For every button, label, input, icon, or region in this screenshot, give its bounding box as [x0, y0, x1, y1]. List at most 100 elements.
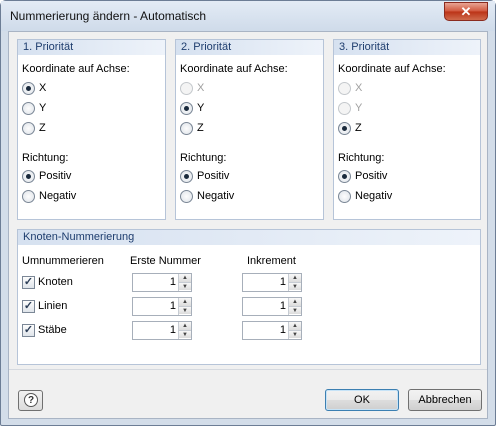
spin-down-icon[interactable]: ▼: [179, 306, 191, 314]
radio-negative-label: Negativ: [39, 190, 77, 202]
spin-value: 1: [169, 300, 176, 312]
radio-positive[interactable]: [338, 170, 351, 183]
spin-value: 1: [279, 300, 286, 312]
radio-axis-z-label: Z: [197, 122, 204, 134]
spin-up-icon[interactable]: ▲: [179, 298, 191, 306]
checkbox-linien[interactable]: ✓: [22, 300, 35, 313]
dialog-window: Nummerierung ändern - Automatisch ✕ 1. P…: [0, 0, 496, 426]
col-increment-header: Inkrement: [247, 255, 296, 267]
radio-axis-x-label: X: [39, 82, 47, 94]
radio-axis-z[interactable]: [22, 122, 35, 135]
spin-up-icon[interactable]: ▲: [179, 322, 191, 330]
check-icon: ✓: [23, 300, 34, 312]
radio-positive-label: Positiv: [355, 170, 388, 182]
spin-up-icon[interactable]: ▲: [289, 322, 301, 330]
checkbox-knoten-label: Knoten: [38, 276, 73, 288]
radio-axis-y-label: Y: [39, 102, 47, 114]
spin-down-icon[interactable]: ▼: [289, 306, 301, 314]
radio-axis-x-label: X: [197, 82, 205, 94]
first-number-staebe-input[interactable]: 1 ▲ ▼: [132, 321, 192, 340]
group-title: 2. Priorität: [176, 40, 323, 55]
title-bar[interactable]: Nummerierung ändern - Automatisch ✕: [1, 1, 495, 31]
check-icon: ✓: [23, 324, 34, 336]
radio-axis-z-label: Z: [39, 122, 46, 134]
radio-axis-y[interactable]: [180, 102, 193, 115]
spin-value: 1: [169, 276, 176, 288]
increment-staebe-input[interactable]: 1 ▲ ▼: [242, 321, 302, 340]
col-first-number-header: Erste Nummer: [130, 255, 201, 267]
radio-dot: [184, 106, 189, 111]
priority-group-3: 3. Priorität Koordinate auf Achse: X Y Z…: [333, 39, 481, 220]
radio-axis-y-label: Y: [355, 102, 363, 114]
spin-value: 1: [169, 324, 176, 336]
group-title: Knoten-Nummerierung: [18, 230, 480, 245]
spin-value: 1: [279, 324, 286, 336]
window-title: Nummerierung ändern - Automatisch: [10, 9, 207, 23]
help-button[interactable]: ?: [18, 390, 43, 411]
dialog-client: 1. Priorität Koordinate auf Achse: X Y Z…: [8, 31, 488, 419]
radio-dot: [26, 86, 31, 91]
radio-negative[interactable]: [180, 190, 193, 203]
radio-axis-x[interactable]: [180, 82, 193, 95]
first-number-knoten-input[interactable]: 1 ▲ ▼: [132, 273, 192, 292]
spin-up-icon[interactable]: ▲: [289, 274, 301, 282]
radio-positive[interactable]: [22, 170, 35, 183]
radio-axis-x-label: X: [355, 82, 363, 94]
direction-label: Richtung:: [338, 152, 385, 164]
radio-negative-label: Negativ: [355, 190, 393, 202]
spin-value: 1: [279, 276, 286, 288]
spin-down-icon[interactable]: ▼: [289, 282, 301, 290]
radio-positive[interactable]: [180, 170, 193, 183]
radio-dot: [342, 126, 347, 131]
radio-dot: [26, 174, 31, 179]
radio-negative[interactable]: [22, 190, 35, 203]
radio-axis-z-label: Z: [355, 122, 362, 134]
increment-knoten-input[interactable]: 1 ▲ ▼: [242, 273, 302, 292]
check-icon: ✓: [23, 276, 34, 288]
radio-axis-y[interactable]: [22, 102, 35, 115]
spin-down-icon[interactable]: ▼: [179, 282, 191, 290]
radio-axis-x[interactable]: [22, 82, 35, 95]
spin-buttons[interactable]: ▲ ▼: [178, 322, 191, 339]
radio-axis-y-label: Y: [197, 102, 205, 114]
checkbox-staebe[interactable]: ✓: [22, 324, 35, 337]
increment-linien-input[interactable]: 1 ▲ ▼: [242, 297, 302, 316]
col-renumber-header: Umnummerieren: [22, 255, 104, 267]
radio-axis-x[interactable]: [338, 82, 351, 95]
spin-down-icon[interactable]: ▼: [289, 330, 301, 338]
axis-label: Koordinate auf Achse:: [180, 63, 288, 75]
group-title: 3. Priorität: [334, 40, 480, 55]
spin-up-icon[interactable]: ▲: [289, 298, 301, 306]
spin-buttons[interactable]: ▲ ▼: [288, 274, 301, 291]
radio-negative-label: Negativ: [197, 190, 235, 202]
close-button[interactable]: ✕: [444, 2, 488, 21]
checkbox-knoten[interactable]: ✓: [22, 276, 35, 289]
spin-down-icon[interactable]: ▼: [179, 330, 191, 338]
spin-up-icon[interactable]: ▲: [179, 274, 191, 282]
axis-label: Koordinate auf Achse:: [22, 63, 130, 75]
radio-positive-label: Positiv: [197, 170, 230, 182]
first-number-linien-input[interactable]: 1 ▲ ▼: [132, 297, 192, 316]
direction-label: Richtung:: [22, 152, 69, 164]
radio-negative[interactable]: [338, 190, 351, 203]
cancel-button[interactable]: Abbrechen: [408, 389, 482, 411]
priority-group-2: 2. Priorität Koordinate auf Achse: X Y Z…: [175, 39, 324, 220]
spin-buttons[interactable]: ▲ ▼: [288, 322, 301, 339]
priority-group-1: 1. Priorität Koordinate auf Achse: X Y Z…: [17, 39, 166, 220]
ok-button[interactable]: OK: [325, 389, 399, 411]
radio-dot: [184, 174, 189, 179]
radio-positive-label: Positiv: [39, 170, 72, 182]
help-icon: ?: [24, 393, 38, 407]
checkbox-linien-label: Linien: [38, 300, 68, 312]
radio-axis-y[interactable]: [338, 102, 351, 115]
node-numbering-group: Knoten-Nummerierung Umnummerieren Erste …: [17, 229, 481, 365]
radio-axis-z[interactable]: [338, 122, 351, 135]
radio-axis-z[interactable]: [180, 122, 193, 135]
spin-buttons[interactable]: ▲ ▼: [288, 298, 301, 315]
checkbox-staebe-label: Stäbe: [38, 324, 67, 336]
direction-label: Richtung:: [180, 152, 227, 164]
spin-buttons[interactable]: ▲ ▼: [178, 274, 191, 291]
radio-dot: [342, 174, 347, 179]
spin-buttons[interactable]: ▲ ▼: [178, 298, 191, 315]
group-title: 1. Priorität: [18, 40, 165, 55]
